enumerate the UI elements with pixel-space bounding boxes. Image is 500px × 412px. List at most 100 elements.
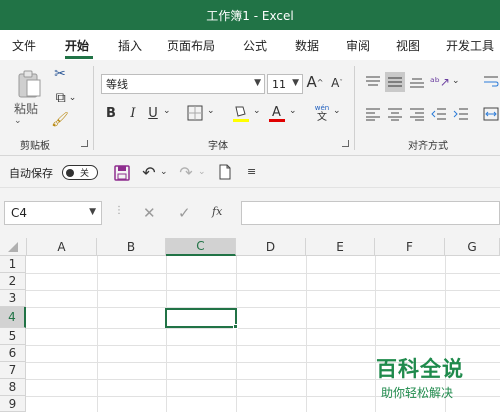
align-bottom-icon [410, 78, 424, 88]
paste-icon [18, 70, 41, 98]
column-header[interactable]: F [375, 238, 445, 256]
align-right-icon [410, 108, 424, 121]
align-middle-button[interactable] [385, 72, 405, 92]
font-group-label: 字体 [208, 141, 228, 152]
paste-label: 粘贴 [14, 102, 39, 116]
row-header[interactable]: 8 [0, 379, 26, 396]
tab-view[interactable]: 视图 [396, 37, 420, 54]
font-size-select[interactable]: 11 ▼ [267, 74, 303, 94]
insert-function-button[interactable]: fx [212, 205, 222, 218]
name-box[interactable]: C4 ▼ [4, 201, 102, 225]
formula-input[interactable] [241, 201, 500, 225]
row-header[interactable]: 3 [0, 290, 26, 307]
column-header[interactable]: G [445, 238, 500, 256]
chevron-down-icon: ▼ [254, 78, 261, 88]
decrease-indent-button[interactable] [430, 104, 448, 124]
column-header[interactable]: E [306, 238, 375, 256]
row-header[interactable]: 7 [0, 362, 26, 379]
decrease-indent-icon [431, 108, 446, 120]
font-color-dropdown-icon[interactable]: ⌄ [289, 106, 297, 116]
font-size-value: 11 [272, 77, 286, 91]
redo-button[interactable]: ↷ [177, 162, 195, 182]
font-name-value: 等线 [106, 78, 128, 91]
border-dropdown-icon[interactable]: ⌄ [207, 106, 215, 116]
font-color-button[interactable]: A [268, 102, 286, 124]
tab-page-layout[interactable]: 页面布局 [167, 37, 215, 54]
autosave-toggle[interactable]: 关 [62, 165, 98, 180]
bold-button[interactable]: B [103, 104, 119, 122]
align-center-button[interactable] [386, 104, 404, 124]
tab-review[interactable]: 审阅 [346, 37, 370, 54]
merge-cells-icon [483, 107, 499, 121]
cancel-entry-button[interactable]: ✕ [143, 204, 156, 222]
new-file-button[interactable] [217, 163, 233, 181]
wrap-text-icon [484, 76, 499, 87]
row-header[interactable]: 6 [0, 345, 26, 362]
row-header[interactable]: 9 [0, 396, 26, 412]
window-title: 工作簿1 - Excel [206, 8, 294, 23]
paste-dropdown-icon[interactable]: ⌄ [14, 116, 22, 126]
clipboard-launcher-icon[interactable] [81, 140, 88, 147]
row-header[interactable]: 2 [0, 273, 26, 290]
row-header[interactable]: 5 [0, 328, 26, 345]
undo-dropdown-icon[interactable]: ⌄ [160, 167, 168, 177]
customize-toolbar-icon[interactable]: ≡ [247, 165, 256, 178]
autosave-label: 自动保存 [9, 167, 53, 180]
format-painter-button[interactable]: 🖌 [51, 112, 69, 128]
font-launcher-icon[interactable] [342, 140, 349, 147]
tab-data[interactable]: 数据 [295, 37, 319, 54]
orientation-button[interactable]: ᵃᵇ↗ [430, 72, 450, 92]
row-header[interactable]: 1 [0, 256, 26, 273]
increase-font-button[interactable]: A ^ [306, 72, 324, 92]
column-header[interactable]: D [236, 238, 306, 256]
orientation-dropdown-icon[interactable]: ⌄ [452, 76, 460, 86]
align-left-button[interactable] [364, 104, 382, 124]
increase-indent-button[interactable] [452, 104, 470, 124]
formula-bar: C4 ▼ ⋮ ✕ ✓ fx [0, 188, 500, 238]
fill-handle[interactable] [233, 324, 238, 329]
column-header[interactable]: A [27, 238, 97, 256]
copy-button[interactable]: ⧉ ⌄ [52, 90, 80, 106]
redo-icon: ↷ [179, 162, 193, 182]
redo-dropdown-icon[interactable]: ⌄ [198, 167, 206, 177]
cut-button[interactable]: ✂ [52, 66, 68, 82]
decrease-font-button[interactable]: Aˇ [328, 74, 346, 92]
paint-bucket-icon [233, 106, 249, 122]
underline-dropdown-icon[interactable]: ⌄ [163, 106, 171, 116]
text-orientation-icon: ᵃᵇ↗ [430, 75, 450, 89]
active-tab-indicator [65, 56, 93, 59]
fill-color-dropdown-icon[interactable]: ⌄ [253, 106, 261, 116]
tab-developer[interactable]: 开发工具 [446, 37, 494, 54]
brush-icon: 🖌 [51, 112, 69, 128]
row-header-selected[interactable]: 4 [0, 307, 26, 328]
active-cell[interactable] [165, 308, 237, 328]
column-header-selected[interactable]: C [166, 238, 236, 256]
align-top-button[interactable] [364, 72, 382, 92]
tab-insert[interactable]: 插入 [118, 37, 142, 54]
italic-button[interactable]: I [125, 104, 141, 122]
save-button[interactable] [113, 164, 131, 182]
align-right-button[interactable] [408, 104, 426, 124]
chevron-down-icon: ▼ [89, 207, 96, 217]
more-icon: ⋮ [114, 205, 124, 216]
merge-center-button[interactable] [482, 104, 500, 124]
svg-text:A: A [272, 105, 281, 120]
confirm-entry-button[interactable]: ✓ [178, 204, 191, 222]
tab-file[interactable]: 文件 [12, 37, 36, 54]
border-button[interactable] [186, 104, 204, 122]
save-icon [114, 165, 130, 181]
phonetic-dropdown-icon[interactable]: ⌄ [333, 106, 341, 116]
wrap-text-button[interactable] [482, 72, 500, 92]
fill-color-button[interactable] [232, 102, 250, 124]
column-header[interactable]: B [97, 238, 166, 256]
tab-formulas[interactable]: 公式 [243, 37, 267, 54]
underline-button[interactable]: U [145, 104, 161, 122]
clipboard-group-label: 剪贴板 [20, 141, 50, 152]
undo-button[interactable]: ↶ [140, 163, 158, 182]
tab-home[interactable]: 开始 [65, 37, 89, 54]
paste-button[interactable] [14, 68, 44, 100]
select-all-corner[interactable] [0, 238, 27, 256]
align-bottom-button[interactable] [408, 72, 426, 92]
phonetic-button[interactable]: wén 文 [312, 101, 332, 125]
font-name-select[interactable]: 等线 ▼ [101, 74, 265, 94]
